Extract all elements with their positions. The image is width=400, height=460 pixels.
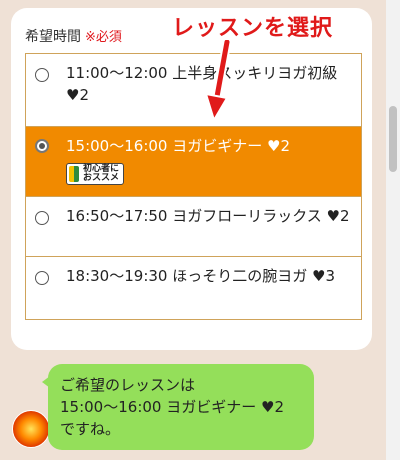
radio-button[interactable] <box>35 68 49 82</box>
radio-button[interactable] <box>35 211 49 225</box>
lesson-options: 11:00〜12:00 上半身スッキリヨガ初級 ♥2 15:00〜16:00 ヨ… <box>25 53 362 320</box>
lesson-option-text: 18:30〜19:30 ほっそり二の腕ヨガ ♥3 <box>66 267 335 285</box>
lesson-option-3[interactable]: 16:50〜17:50 ヨガフローリラックス ♥2 <box>26 197 361 257</box>
scrollbar-thumb[interactable] <box>389 106 397 172</box>
scrollbar[interactable] <box>386 0 400 460</box>
beginner-leaf-icon <box>69 166 79 182</box>
bot-avatar <box>12 410 50 448</box>
annotation-callout: レッスンを選択 <box>172 16 334 41</box>
beginner-badge-text: 初心者に おススメ <box>83 164 120 183</box>
lesson-option-text: 15:00〜16:00 ヨガビギナー ♥2 <box>66 137 290 155</box>
required-mark: ※必須 <box>85 30 122 45</box>
chat-line: 15:00〜16:00 ヨガビギナー ♥2 <box>60 398 284 416</box>
lesson-option-2[interactable]: 15:00〜16:00 ヨガビギナー ♥2 初心者に おススメ <box>26 127 361 197</box>
lesson-option-text: 16:50〜17:50 ヨガフローリラックス ♥2 <box>66 207 350 225</box>
chat-line: ご希望のレッスンは <box>60 376 196 394</box>
radio-button[interactable] <box>35 271 49 285</box>
field-label-text: 希望時間 <box>25 29 81 45</box>
chat-bubble: ご希望のレッスンは 15:00〜16:00 ヨガビギナー ♥2 ですね。 <box>42 364 314 450</box>
beginner-badge: 初心者に おススメ <box>66 163 125 185</box>
red-arrow-icon <box>204 40 232 122</box>
field-label: 希望時間 ※必須 <box>25 26 122 46</box>
chat-line: ですね。 <box>60 420 121 438</box>
lesson-option-1[interactable]: 11:00〜12:00 上半身スッキリヨガ初級 ♥2 <box>26 54 361 127</box>
time-select-card: 希望時間 ※必須 11:00〜12:00 上半身スッキリヨガ初級 ♥2 15:00… <box>11 8 372 350</box>
lesson-option-4[interactable]: 18:30〜19:30 ほっそり二の腕ヨガ ♥3 <box>26 257 361 319</box>
radio-button-selected[interactable] <box>35 139 49 153</box>
